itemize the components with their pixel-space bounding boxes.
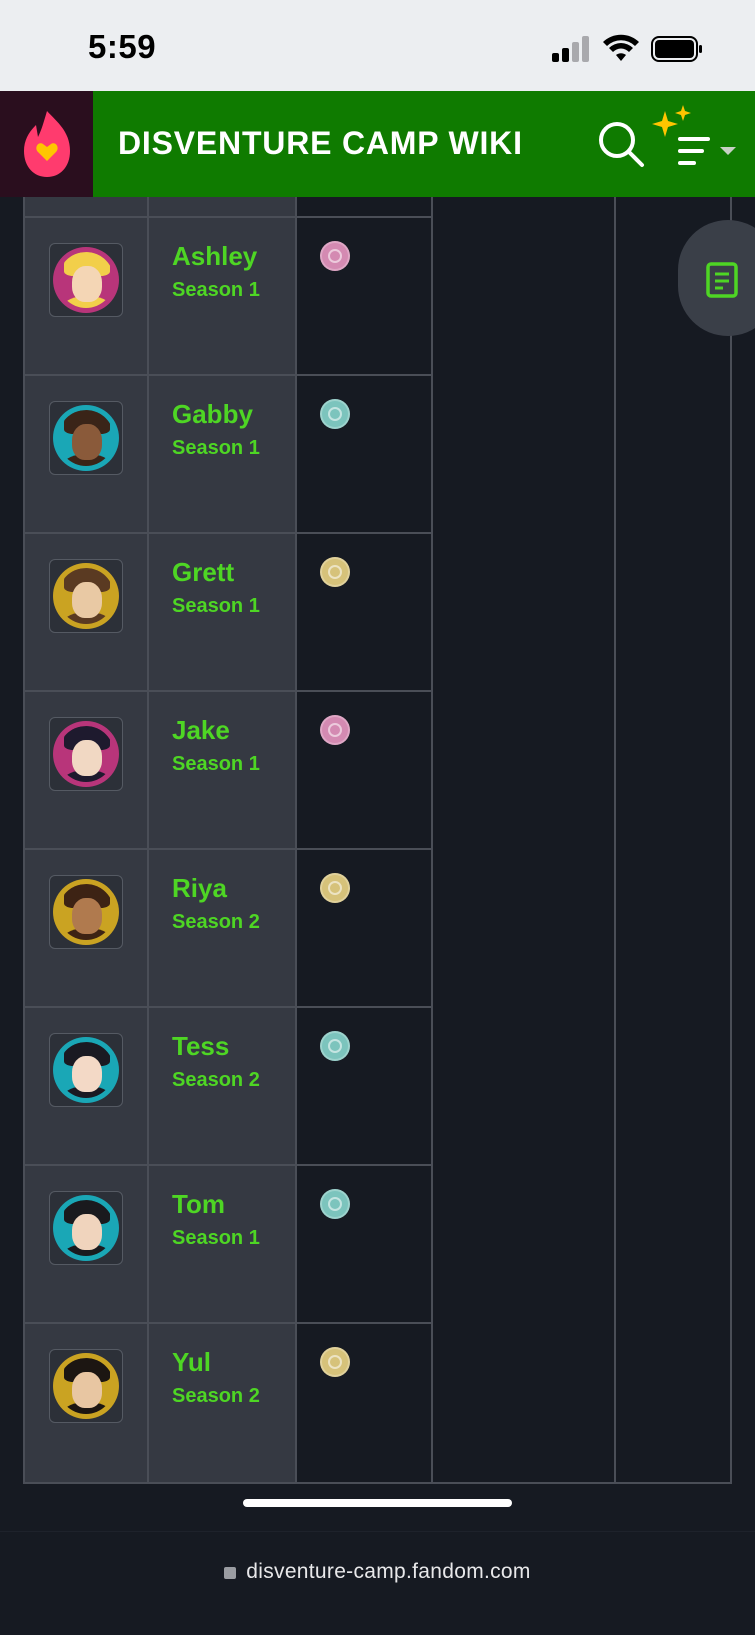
table-row: Tess Season 2 xyxy=(24,1008,731,1166)
table-row: Grett Season 1 xyxy=(24,534,731,692)
character-name-link[interactable]: Grett xyxy=(172,557,234,588)
wiki-header: DISVENTURE CAMP WIKI xyxy=(0,91,755,197)
team-badge-icon[interactable] xyxy=(320,715,350,745)
avatar[interactable] xyxy=(49,875,123,949)
table-row: Riya Season 2 xyxy=(24,850,731,1008)
character-season-link[interactable]: Season 1 xyxy=(172,753,260,776)
avatar[interactable] xyxy=(49,243,123,317)
ai-sparkle-menu-icon[interactable] xyxy=(650,105,750,185)
character-name-link[interactable]: Yul xyxy=(172,1347,211,1378)
browser-url-bar[interactable]: disventure-camp.fandom.com xyxy=(0,1531,755,1635)
avatar[interactable] xyxy=(49,401,123,475)
character-season-link[interactable]: Season 2 xyxy=(172,911,260,934)
table-row: Gabby Season 1 xyxy=(24,376,731,534)
table-row: Ashley Season 1 xyxy=(24,218,731,376)
avatar[interactable] xyxy=(49,1349,123,1423)
team-badge-icon[interactable] xyxy=(320,1031,350,1061)
table-of-contents-button[interactable] xyxy=(678,220,755,336)
table-row: Jake Season 1 xyxy=(24,692,731,850)
character-season-link[interactable]: Season 1 xyxy=(172,437,260,460)
table-row: Tom Season 1 xyxy=(24,1166,731,1324)
characters-table: Ashley Season 1 Gabby Season 1 Grett Season 1… xyxy=(0,197,755,1485)
character-name-link[interactable]: Riya xyxy=(172,873,227,904)
character-name-link[interactable]: Tom xyxy=(172,1189,225,1220)
character-name-link[interactable]: Gabby xyxy=(172,399,253,430)
status-time: 5:59 xyxy=(88,28,157,65)
team-badge-icon[interactable] xyxy=(320,1189,350,1219)
team-badge-icon[interactable] xyxy=(320,399,350,429)
character-season-link[interactable]: Season 2 xyxy=(172,1385,260,1408)
team-badge-icon[interactable] xyxy=(320,1347,350,1377)
character-season-link[interactable]: Season 1 xyxy=(172,1227,260,1250)
home-indicator xyxy=(243,1499,512,1507)
avatar[interactable] xyxy=(49,1033,123,1107)
search-icon[interactable] xyxy=(596,119,646,169)
team-badge-icon[interactable] xyxy=(320,557,350,587)
avatar[interactable] xyxy=(49,717,123,791)
table-row: Yul Season 2 xyxy=(24,1324,731,1482)
character-name-link[interactable]: Jake xyxy=(172,715,230,746)
status-bar: 5:59 xyxy=(0,0,755,91)
battery-icon xyxy=(651,36,702,62)
team-badge-icon[interactable] xyxy=(320,873,350,903)
team-badge-icon[interactable] xyxy=(320,241,350,271)
character-name-link[interactable]: Ashley xyxy=(172,241,257,272)
character-season-link[interactable]: Season 1 xyxy=(172,279,260,302)
character-season-link[interactable]: Season 2 xyxy=(172,1069,260,1092)
fandom-heart-flame-icon xyxy=(24,111,70,177)
avatar[interactable] xyxy=(49,559,123,633)
character-name-link[interactable]: Tess xyxy=(172,1031,229,1062)
cellular-signal-icon xyxy=(552,36,592,62)
table-of-contents-icon xyxy=(706,262,738,298)
wiki-title[interactable]: DISVENTURE CAMP WIKI xyxy=(118,125,523,162)
avatar[interactable] xyxy=(49,1191,123,1265)
wifi-icon xyxy=(603,34,639,61)
character-season-link[interactable]: Season 1 xyxy=(172,595,260,618)
url-text: disventure-camp.fandom.com xyxy=(246,1560,531,1583)
fandom-logo-button[interactable] xyxy=(0,91,93,197)
lock-icon xyxy=(224,1567,237,1579)
